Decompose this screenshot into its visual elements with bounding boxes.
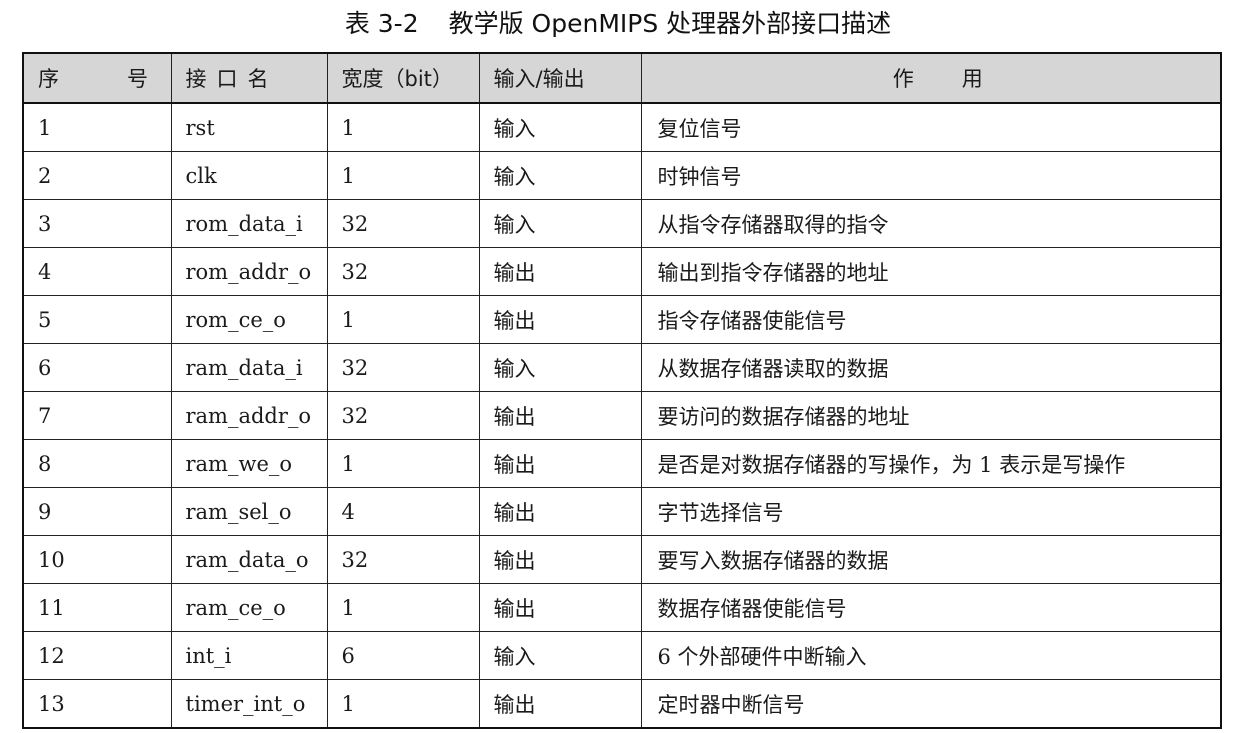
cell-direction: 输入 xyxy=(478,343,642,392)
cell-description: 是否是对数据存储器的写操作，为 1 表示是写操作 xyxy=(640,439,1222,488)
table-row: 3 rom_data_i 32 输入 从指令存储器取得的指令 xyxy=(22,199,1222,248)
table-row: 5 rom_ce_o 1 输出 指令存储器使能信号 xyxy=(22,295,1222,344)
table-row: 9 ram_sel_o 4 输出 字节选择信号 xyxy=(22,487,1222,536)
cell-index: 3 xyxy=(22,199,172,248)
cell-port-name: ram_we_o xyxy=(170,439,328,488)
cell-width: 1 xyxy=(326,151,480,200)
cell-direction: 输出 xyxy=(478,295,642,344)
cell-index: 8 xyxy=(22,439,172,488)
cell-description: 复位信号 xyxy=(640,102,1222,152)
cell-width: 32 xyxy=(326,247,480,296)
cell-port-name: ram_ce_o xyxy=(170,583,328,632)
cell-width: 1 xyxy=(326,102,480,152)
cell-port-name: ram_addr_o xyxy=(170,391,328,440)
table-row: 12 int_i 6 输入 6 个外部硬件中断输入 xyxy=(22,631,1222,680)
cell-index: 6 xyxy=(22,343,172,392)
cell-direction: 输出 xyxy=(478,583,642,632)
cell-index: 11 xyxy=(22,583,172,632)
table-row: 2 clk 1 输入 时钟信号 xyxy=(22,151,1222,200)
cell-index: 5 xyxy=(22,295,172,344)
caption-title: 教学版 OpenMIPS 处理器外部接口描述 xyxy=(448,9,892,38)
cell-width: 6 xyxy=(326,631,480,680)
table-row: 1 rst 1 输入 复位信号 xyxy=(22,102,1222,152)
cell-index: 2 xyxy=(22,151,172,200)
cell-width: 1 xyxy=(326,295,480,344)
cell-width: 4 xyxy=(326,487,480,536)
cell-description: 定时器中断信号 xyxy=(640,679,1222,729)
cell-width: 1 xyxy=(326,583,480,632)
cell-width: 32 xyxy=(326,199,480,248)
header-use: 作用 xyxy=(640,52,1222,104)
table-row: 4 rom_addr_o 32 输出 输出到指令存储器的地址 xyxy=(22,247,1222,296)
table-row: 6 ram_data_i 32 输入 从数据存储器读取的数据 xyxy=(22,343,1222,392)
header-direction: 输入/输出 xyxy=(478,52,642,104)
cell-direction: 输出 xyxy=(478,391,642,440)
cell-width: 32 xyxy=(326,391,480,440)
cell-description: 输出到指令存储器的地址 xyxy=(640,247,1222,296)
table-body: 1 rst 1 输入 复位信号 2 clk 1 输入 时钟信号 3 rom_data_i 32 输入 从指令… xyxy=(22,102,1222,729)
table-row: 10 ram_data_o 32 输出 要写入数据存储器的数据 xyxy=(22,535,1222,584)
cell-description: 要写入数据存储器的数据 xyxy=(640,535,1222,584)
cell-port-name: ram_data_i xyxy=(170,343,328,392)
cell-width: 1 xyxy=(326,439,480,488)
cell-direction: 输出 xyxy=(478,439,642,488)
cell-description: 要访问的数据存储器的地址 xyxy=(640,391,1222,440)
cell-index: 10 xyxy=(22,535,172,584)
cell-port-name: ram_data_o xyxy=(170,535,328,584)
cell-port-name: clk xyxy=(170,151,328,200)
header-name: 接口名 xyxy=(170,52,328,104)
cell-direction: 输出 xyxy=(478,487,642,536)
cell-description: 从数据存储器读取的数据 xyxy=(640,343,1222,392)
table-row: 8 ram_we_o 1 输出 是否是对数据存储器的写操作，为 1 表示是写操作 xyxy=(22,439,1222,488)
cell-port-name: rst xyxy=(170,102,328,152)
cell-index: 4 xyxy=(22,247,172,296)
cell-port-name: ram_sel_o xyxy=(170,487,328,536)
cell-direction: 输入 xyxy=(478,199,642,248)
interface-table: 序号 接口名 宽度（bit） 输入/输出 作用 1 rst 1 输入 复位信号 2 clk 1… xyxy=(22,52,1222,729)
header-index: 序号 xyxy=(22,52,172,104)
cell-width: 1 xyxy=(326,679,480,729)
cell-width: 32 xyxy=(326,343,480,392)
cell-description: 字节选择信号 xyxy=(640,487,1222,536)
cell-direction: 输入 xyxy=(478,631,642,680)
cell-index: 12 xyxy=(22,631,172,680)
cell-index: 9 xyxy=(22,487,172,536)
header-row: 序号 接口名 宽度（bit） 输入/输出 作用 xyxy=(22,52,1222,104)
cell-direction: 输入 xyxy=(478,102,642,152)
cell-direction: 输入 xyxy=(478,151,642,200)
cell-index: 7 xyxy=(22,391,172,440)
table-caption: 表 3-2 教学版 OpenMIPS 处理器外部接口描述 xyxy=(0,2,1236,46)
cell-description: 时钟信号 xyxy=(640,151,1222,200)
cell-direction: 输出 xyxy=(478,679,642,729)
cell-index: 1 xyxy=(22,102,172,152)
header-width: 宽度（bit） xyxy=(326,52,480,104)
table-row: 13 timer_int_o 1 输出 定时器中断信号 xyxy=(22,679,1222,729)
cell-port-name: rom_ce_o xyxy=(170,295,328,344)
cell-port-name: rom_data_i xyxy=(170,199,328,248)
cell-description: 从指令存储器取得的指令 xyxy=(640,199,1222,248)
cell-direction: 输出 xyxy=(478,535,642,584)
cell-width: 32 xyxy=(326,535,480,584)
caption-number: 表 3-2 xyxy=(344,9,419,38)
cell-index: 13 xyxy=(22,679,172,729)
cell-port-name: rom_addr_o xyxy=(170,247,328,296)
cell-description: 数据存储器使能信号 xyxy=(640,583,1222,632)
table-row: 7 ram_addr_o 32 输出 要访问的数据存储器的地址 xyxy=(22,391,1222,440)
cell-port-name: int_i xyxy=(170,631,328,680)
table-row: 11 ram_ce_o 1 输出 数据存储器使能信号 xyxy=(22,583,1222,632)
cell-description: 6 个外部硬件中断输入 xyxy=(640,631,1222,680)
cell-direction: 输出 xyxy=(478,247,642,296)
cell-description: 指令存储器使能信号 xyxy=(640,295,1222,344)
cell-port-name: timer_int_o xyxy=(170,679,328,729)
